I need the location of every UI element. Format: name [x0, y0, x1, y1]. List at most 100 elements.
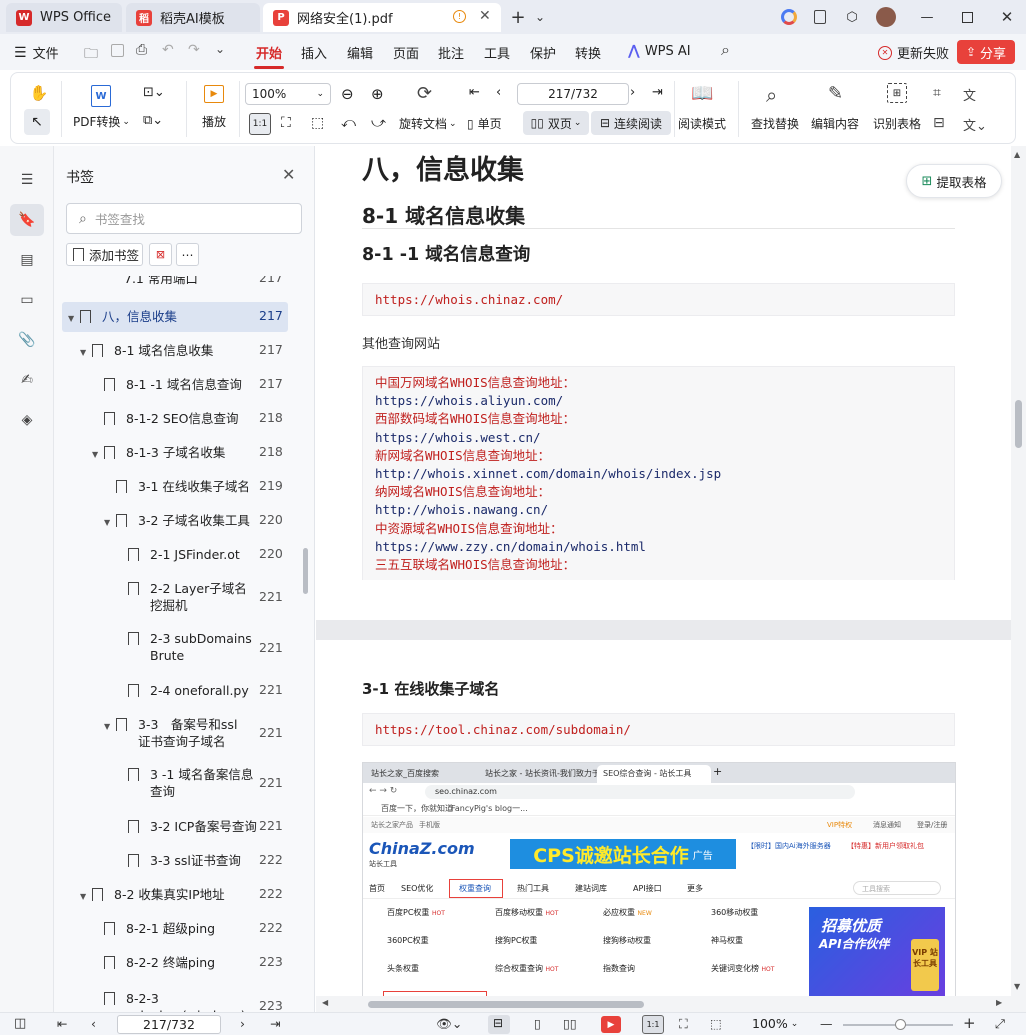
double-page-button[interactable]: ▯▯ 双页 ⌄ [523, 111, 589, 135]
bookmark-label[interactable]: 3-2 ICP备案号查询 [150, 818, 257, 835]
bookmark-label[interactable]: 8-1-3 子域名收集 [126, 444, 225, 461]
layers-icon[interactable]: ◈ [17, 410, 37, 430]
scroll-up-icon[interactable]: ▲ [1014, 150, 1020, 159]
vertical-scrollbar[interactable]: ▲ ▼ [1011, 146, 1026, 996]
undo-icon[interactable]: ↶ [162, 42, 174, 58]
zoom-in-icon[interactable]: + [963, 1014, 976, 1032]
bookmark-label[interactable]: 2-3 subDomainsBrute [150, 630, 256, 664]
pdf-convert-button[interactable]: PDF转换 ⌄ [73, 113, 130, 130]
text-ocr-icon[interactable]: 文 [963, 85, 976, 104]
bookmark-label[interactable]: 8-1-2 SEO信息查询 [126, 410, 239, 427]
maximize-icon[interactable] [955, 6, 979, 28]
rotate-left-icon[interactable]: ⤺ [341, 115, 356, 131]
fit-page-icon[interactable]: ⛶ [679, 1016, 688, 1032]
collapse-caret-icon[interactable]: ▼ [104, 518, 110, 527]
horizontal-scrollbar[interactable]: ◀ ▶ [316, 996, 1026, 1012]
tab-pdf-document[interactable]: P 网络安全(1).pdf ! ✕ [263, 3, 501, 32]
translate-icon[interactable]: 文⌄ [963, 115, 987, 134]
menu-protect[interactable]: 保护 [530, 43, 556, 62]
more-options-icon[interactable]: ⋯ [176, 243, 199, 266]
continuous-view-icon[interactable]: ⊟ [488, 1015, 510, 1034]
bookmark-label[interactable]: 8-2-3 nslookup(windows) [126, 990, 246, 1012]
redo-icon[interactable]: ↷ [188, 42, 200, 58]
panel-scrollbar-thumb[interactable] [303, 548, 308, 594]
search-icon[interactable]: ⌕ [721, 40, 730, 60]
bookmark-label[interactable]: 8-1 域名信息收集 [114, 342, 213, 359]
menu-page[interactable]: 页面 [393, 43, 419, 62]
cube-icon[interactable]: ⬡ [840, 6, 864, 28]
play-button[interactable]: 播放 [202, 113, 226, 130]
comment-icon[interactable]: ▭ [17, 290, 37, 310]
open-folder-icon[interactable]: 🗀 [84, 43, 98, 67]
bookmark-label[interactable]: 8-2-1 超级ping [126, 920, 215, 937]
menu-annotate[interactable]: 批注 [438, 43, 464, 62]
close-window-icon[interactable]: ✕ [995, 6, 1019, 28]
toggle-sidebar-icon[interactable]: ◫ [14, 1016, 26, 1031]
reading-mode-button[interactable]: 阅读模式 [678, 115, 726, 132]
menu-start[interactable]: 开始 [256, 43, 282, 62]
tab-wps-office[interactable]: W WPS Office [6, 3, 122, 32]
status-zoom[interactable]: 100% ⌄ [752, 1016, 798, 1031]
window-layout-icon[interactable] [808, 6, 832, 28]
continuous-reading-button[interactable]: ⊟ 连续阅读 [591, 111, 671, 135]
attachment-icon[interactable]: 📎 [17, 330, 37, 350]
close-panel-icon[interactable]: ✕ [282, 165, 295, 184]
prev-page-icon[interactable]: ‹ [91, 1016, 96, 1031]
hand-tool-icon[interactable]: ✋ [29, 83, 49, 103]
fit-page-icon[interactable]: ⛶ [281, 115, 291, 131]
avatar[interactable] [874, 6, 898, 28]
outline-icon[interactable]: ☰ [17, 170, 37, 190]
whois-url[interactable]: https://whois.chinaz.com/ [375, 292, 563, 307]
fullscreen-icon[interactable]: ⤢ [995, 1016, 1005, 1032]
last-page-icon[interactable]: ⇥ [270, 1016, 280, 1031]
reading-mode-icon[interactable]: 📖 [691, 83, 713, 104]
menu-convert[interactable]: 转换 [575, 43, 601, 62]
actual-size-icon[interactable]: 1:1 [642, 1015, 664, 1034]
edit-content-icon[interactable]: ✎ [828, 83, 843, 104]
zoom-out-icon[interactable]: — [820, 1016, 833, 1031]
recognize-table-button[interactable]: 识别表格 [873, 115, 921, 132]
bookmark-label[interactable]: 3-2 子域名收集工具 [138, 512, 250, 529]
zoom-in-icon[interactable]: ⊕ [371, 85, 384, 103]
menu-tools[interactable]: 工具 [484, 43, 510, 62]
page-number-input[interactable]: 217/732 [517, 83, 629, 105]
menu-edit[interactable]: 编辑 [347, 43, 373, 62]
first-page-icon[interactable]: ⇤ [57, 1016, 67, 1031]
zoom-out-icon[interactable]: ⊖ [341, 85, 354, 103]
delete-bookmark-icon[interactable]: ⊠ [149, 243, 172, 266]
bookmark-search-input[interactable]: ⌕ 书签查找 [66, 203, 302, 234]
pdf-convert-icon[interactable]: W [91, 85, 111, 107]
bookmark-label[interactable]: 2-2 Layer子域名挖掘机 [150, 580, 258, 614]
bookmark-label[interactable]: 3 -1 域名备案信息查询 [150, 766, 260, 800]
share-button[interactable]: ⇪ 分享 [957, 40, 1015, 64]
eye-protect-icon[interactable]: 👁⌄ [436, 1016, 462, 1032]
bookmark-label[interactable]: 八，信息收集 [102, 308, 177, 325]
collapse-caret-icon[interactable]: ▼ [68, 314, 74, 323]
tab-daoke-template[interactable]: 稻 稻壳AI模板 [126, 3, 260, 32]
select-tool-icon[interactable]: ↖ [24, 109, 50, 135]
new-tab-button[interactable]: + [506, 6, 530, 28]
collapse-caret-icon[interactable]: ▼ [104, 722, 110, 731]
image-convert-icon[interactable]: ⊡⌄ [143, 85, 165, 100]
scroll-right-icon[interactable]: ▶ [996, 998, 1002, 1007]
warning-icon[interactable]: ! [453, 10, 466, 23]
collapse-caret-icon[interactable]: ▼ [80, 892, 86, 901]
more-dropdown-icon[interactable]: ⌄ [215, 42, 225, 56]
bookmark-label[interactable]: 2-4 oneforall.py [150, 682, 249, 699]
zoom-slider[interactable] [843, 1019, 953, 1030]
rotate-document-button[interactable]: 旋转文档 ⌄ [399, 115, 457, 132]
horizontal-scrollbar-thumb[interactable] [368, 1001, 644, 1008]
bookmark-label[interactable]: 8-2-2 终端ping [126, 954, 215, 971]
single-view-icon[interactable]: ▯ [534, 1016, 541, 1031]
single-page-button[interactable]: ▯ 单页 [467, 115, 502, 132]
recognize-table-icon[interactable]: ⊞ [887, 83, 907, 103]
bookmark-label[interactable]: 3-3 ssl证书查询 [150, 852, 241, 869]
collapse-caret-icon[interactable]: ▼ [80, 348, 86, 357]
thumbnail-icon[interactable]: ▤ [17, 250, 37, 270]
tab-list-dropdown-icon[interactable]: ⌄ [528, 6, 552, 28]
zoom-select[interactable]: 100% ⌄ [245, 83, 331, 105]
next-page-icon[interactable]: › [240, 1016, 245, 1031]
fit-width-icon[interactable]: ⬚ [311, 115, 324, 131]
last-page-icon[interactable]: ⇥ [652, 85, 663, 100]
file-menu[interactable]: ☰ 文件 [14, 43, 59, 63]
